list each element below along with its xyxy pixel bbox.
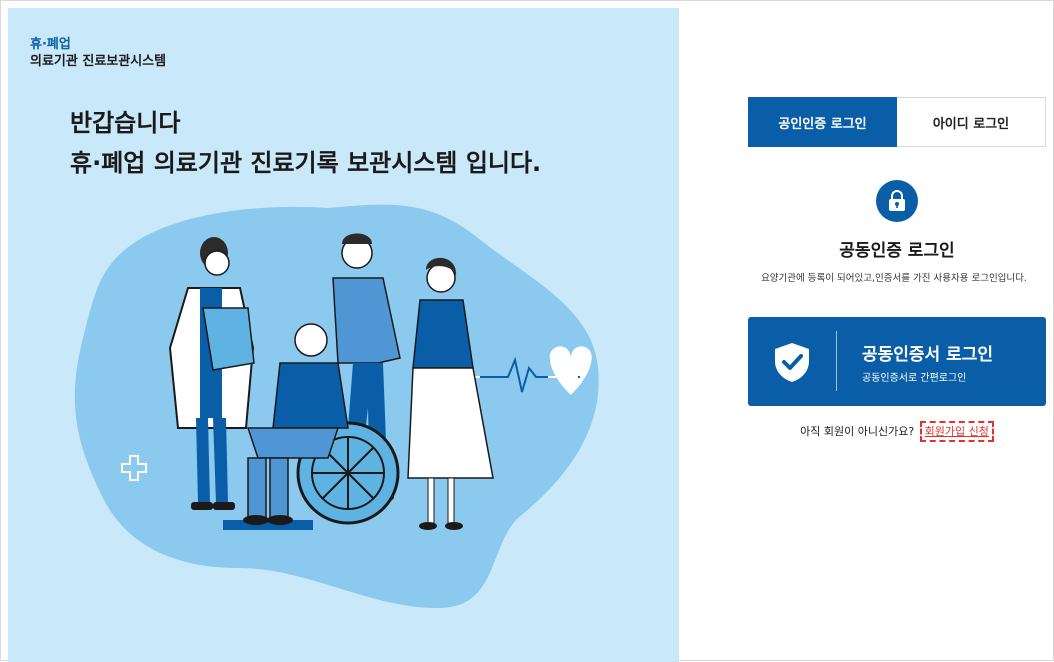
login-tabs: 공인인증 로그인 아이디 로그인 — [748, 97, 1046, 147]
signup-prompt: 아직 회원이 아니신가요? — [800, 425, 915, 438]
signup-link[interactable]: 회원가입 신청 — [919, 421, 994, 442]
tab-id-login[interactable]: 아이디 로그인 — [897, 97, 1046, 147]
login-description: 요양기관에 등록이 되어있고,인증서를 가진 사용자용 로그인입니다. — [761, 273, 1027, 284]
login-title: 공동인증 로그인 — [839, 241, 955, 261]
certificate-login-button[interactable]: 공동인증서 로그인 공동인증서로 간편로그인 — [748, 317, 1046, 406]
page-frame: 휴·폐업 의료기관 진료보관시스템 반갑습니다 휴·폐업 의료기관 진료기록 보… — [0, 0, 1054, 662]
lock-icon — [876, 180, 918, 222]
signup-row: 아직 회원이 아니신가요? 회원가입 신청 — [748, 421, 1046, 442]
button-divider — [836, 331, 837, 391]
login-panel: 공인인증 로그인 아이디 로그인 공동인증 로그인 요양기관에 등록이 되어있고… — [679, 8, 1054, 662]
tab-certificate-login[interactable]: 공인인증 로그인 — [748, 97, 897, 147]
shield-check-icon — [772, 341, 812, 387]
hero-panel: 휴·폐업 의료기관 진료보관시스템 반갑습니다 휴·폐업 의료기관 진료기록 보… — [8, 8, 679, 662]
certificate-login-sublabel: 공동인증서로 간편로그인 — [862, 373, 967, 384]
certificate-login-label: 공동인증서 로그인 — [862, 345, 994, 365]
care-illustration — [74, 204, 599, 608]
